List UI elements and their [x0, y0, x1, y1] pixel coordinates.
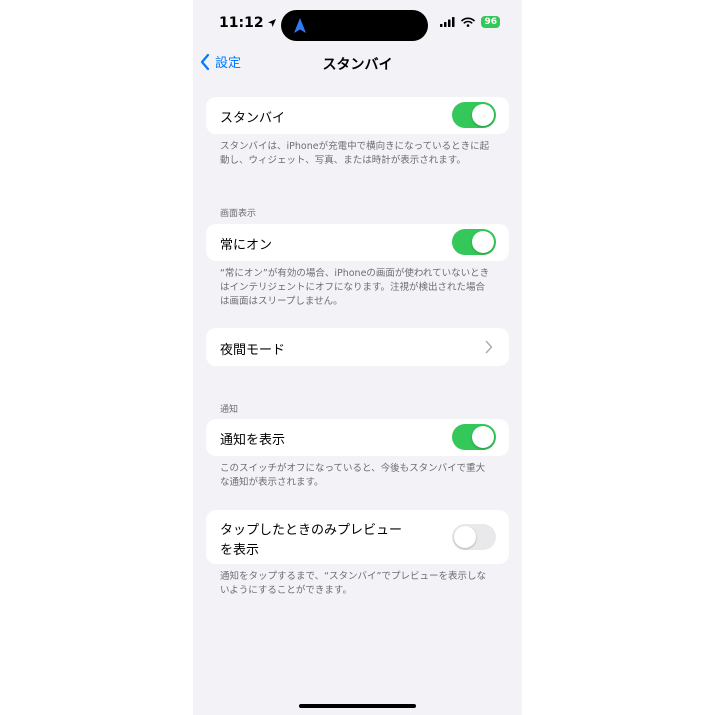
notifications-section-header: 通知: [220, 405, 239, 415]
preview-on-tap-label-line1: タップしたときのみプレビュー: [220, 523, 403, 538]
toggle-knob: [454, 526, 476, 548]
always-on-footer: “常にオン”が有効の場合、iPhoneの画面が使われていないときはインテリジェン…: [220, 268, 490, 307]
phone-screen: 11:12 96 設定 スタンバイ スタンバイ スタンバイは、iPhoneが充電…: [193, 0, 522, 715]
always-on-label: 常にオン: [220, 238, 273, 253]
preview-on-tap-label-line2: を表示: [220, 543, 260, 558]
battery-indicator: 96: [481, 16, 500, 28]
preview-on-tap-row: タップしたときのみプレビュー を表示: [206, 510, 509, 564]
show-notifications-row: 通知を表示: [206, 419, 509, 456]
standby-toggle[interactable]: [452, 102, 496, 128]
display-section-header: 画面表示: [220, 209, 257, 219]
wifi-icon: [461, 17, 476, 27]
cellular-signal-icon: [440, 17, 455, 27]
status-time: 11:12: [219, 15, 277, 31]
toggle-knob: [472, 231, 494, 253]
show-notifications-label: 通知を表示: [220, 433, 286, 448]
status-right: 96: [440, 16, 500, 28]
standby-row: スタンバイ: [206, 97, 509, 134]
night-mode-row[interactable]: 夜間モード: [206, 328, 509, 366]
dynamic-island: [281, 10, 428, 41]
time-label: 11:12: [219, 15, 264, 31]
always-on-row: 常にオン: [206, 224, 509, 261]
status-bar: 11:12 96: [193, 0, 522, 48]
standby-footer: スタンバイは、iPhoneが充電中で横向きになっているときに起動し、ウィジェット…: [220, 141, 490, 166]
toggle-knob: [472, 426, 494, 448]
preview-on-tap-toggle[interactable]: [452, 524, 496, 550]
show-notifications-footer: このスイッチがオフになっていると、今後もスタンバイで重大な通知が表示されます。: [220, 463, 486, 488]
night-mode-label: 夜間モード: [220, 343, 286, 358]
standby-label: スタンバイ: [220, 111, 286, 126]
show-notifications-toggle[interactable]: [452, 424, 496, 450]
location-arrow-icon: [267, 19, 276, 27]
always-on-toggle[interactable]: [452, 229, 496, 255]
toggle-knob: [472, 104, 494, 126]
navigation-bar: 設定 スタンバイ: [193, 52, 522, 76]
home-indicator: [299, 704, 416, 708]
page-title: スタンバイ: [322, 57, 393, 73]
preview-on-tap-footer: 通知をタップするまで、“スタンバイ”でプレビューを表示しないようにすることができ…: [220, 571, 486, 596]
navigation-arrow-icon: [294, 18, 306, 33]
chevron-right-icon: [485, 340, 493, 354]
